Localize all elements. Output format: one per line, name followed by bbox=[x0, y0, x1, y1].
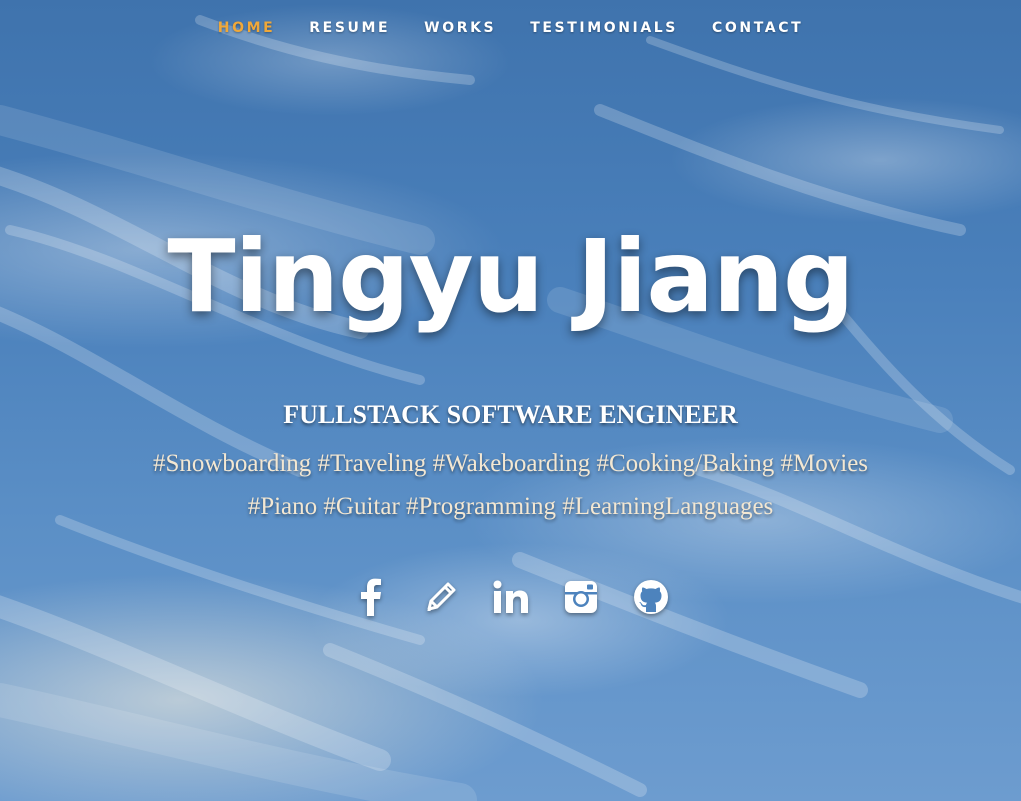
linkedin-icon bbox=[493, 580, 528, 613]
nav-item-works[interactable]: WORKS bbox=[424, 20, 496, 36]
hero-tags-line-2: #Piano #Guitar #Programming #LearningLan… bbox=[247, 493, 774, 520]
social-links bbox=[0, 576, 1021, 618]
facebook-link[interactable] bbox=[351, 576, 391, 618]
hero-tags: #Snowboarding #Traveling #Wakeboarding #… bbox=[0, 442, 1021, 528]
nav-item-contact[interactable]: CONTACT bbox=[712, 20, 803, 36]
nav-item-home[interactable]: HOME bbox=[218, 20, 276, 36]
github-link[interactable] bbox=[631, 576, 671, 618]
blog-link[interactable] bbox=[421, 576, 461, 618]
hero-role: FULLSTACK SOFTWARE ENGINEER bbox=[283, 400, 738, 429]
linkedin-link[interactable] bbox=[491, 576, 531, 618]
hero-name: Tingyu Jiang bbox=[167, 218, 854, 335]
instagram-link[interactable] bbox=[561, 576, 601, 618]
hero-tags-line-1: #Snowboarding #Traveling #Wakeboarding #… bbox=[152, 450, 869, 477]
pencil-icon bbox=[426, 582, 455, 611]
nav-item-resume[interactable]: RESUME bbox=[309, 20, 390, 36]
github-icon bbox=[633, 580, 668, 614]
main-nav: HOME RESUME WORKS TESTIMONIALS CONTACT bbox=[0, 0, 1021, 60]
instagram-icon bbox=[564, 581, 597, 613]
nav-item-testimonials[interactable]: TESTIMONIALS bbox=[530, 20, 678, 36]
facebook-icon bbox=[360, 578, 381, 616]
